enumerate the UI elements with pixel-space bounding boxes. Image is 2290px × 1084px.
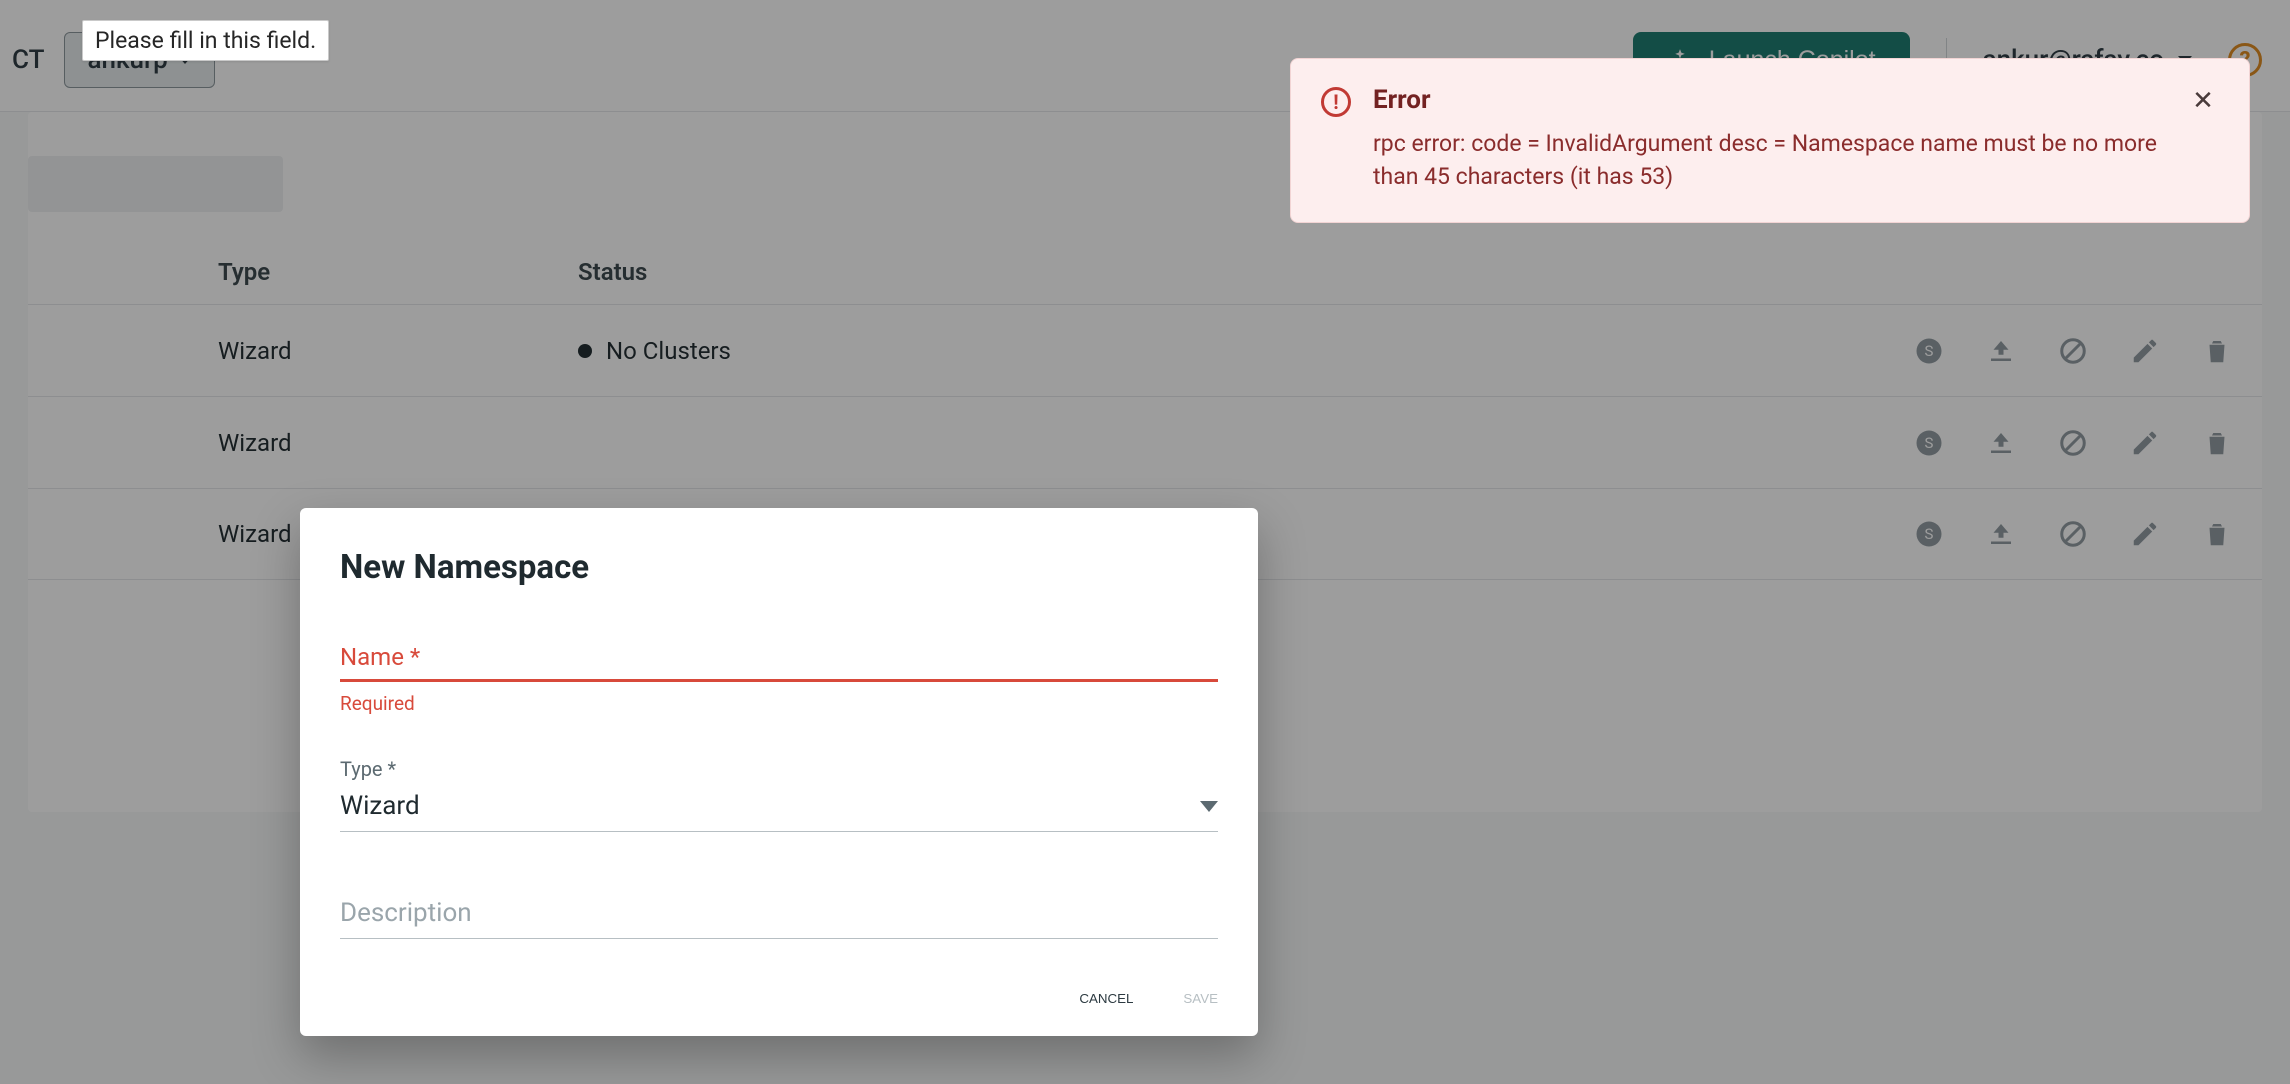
currency-icon[interactable]: S [1914,519,1944,549]
row-actions: S [1914,428,2232,458]
status-dot-icon [578,344,592,358]
cell-status: No Clusters [578,337,731,365]
validation-tooltip: Please fill in this field. [82,20,329,61]
block-icon[interactable] [2058,336,2088,366]
cancel-button[interactable]: CANCEL [1079,991,1133,1006]
delete-icon[interactable] [2202,336,2232,366]
edit-icon[interactable] [2130,428,2160,458]
svg-text:S: S [1925,525,1934,543]
block-icon[interactable] [2058,519,2088,549]
type-value: Wizard [340,791,420,821]
modal-actions: CANCEL SAVE [340,991,1218,1006]
row-actions: S [1914,336,2232,366]
table-row[interactable]: Wizard S [28,396,2262,488]
type-label: Type * [340,757,1218,781]
block-icon[interactable] [2058,428,2088,458]
save-button: SAVE [1183,991,1218,1006]
dropdown-caret-icon [1200,801,1218,812]
publish-icon[interactable] [1986,336,2016,366]
description-field[interactable]: Description [340,898,1218,939]
currency-icon[interactable]: S [1914,336,1944,366]
name-underline [340,679,1218,682]
status-text: No Clusters [606,337,731,365]
row-actions: S [1914,519,2232,549]
toast-close-icon[interactable]: ✕ [2187,85,2219,117]
name-helper: Required [340,692,1218,715]
edit-icon[interactable] [2130,336,2160,366]
delete-icon[interactable] [2202,428,2232,458]
toast-message: rpc error: code = InvalidArgument desc =… [1373,127,2165,194]
name-label: Name * [340,643,1218,671]
cell-type: Wizard [218,337,578,365]
currency-icon[interactable]: S [1914,428,1944,458]
new-namespace-modal: New Namespace Name * Required Type * Wiz… [300,508,1258,1036]
col-type-header: Type [218,258,578,286]
cell-type: Wizard [218,429,578,457]
edit-icon[interactable] [2130,519,2160,549]
description-label: Description [340,898,1218,939]
delete-icon[interactable] [2202,519,2232,549]
col-status-header: Status [578,258,647,286]
alert-icon: ! [1321,87,1351,117]
type-field[interactable]: Type * Wizard [340,757,1218,832]
search-input[interactable] [28,156,283,212]
svg-text:S: S [1925,342,1934,360]
publish-icon[interactable] [1986,519,2016,549]
error-toast: ! Error rpc error: code = InvalidArgumen… [1290,58,2250,223]
svg-text:S: S [1925,434,1934,452]
table-header: Type Status [28,240,2262,304]
table-row[interactable]: Wizard No Clusters S [28,304,2262,396]
toast-title: Error [1373,85,2165,115]
tab-ct[interactable]: CT [0,32,56,88]
publish-icon[interactable] [1986,428,2016,458]
name-field[interactable]: Name * Required [340,643,1218,715]
modal-title: New Namespace [340,548,1218,587]
